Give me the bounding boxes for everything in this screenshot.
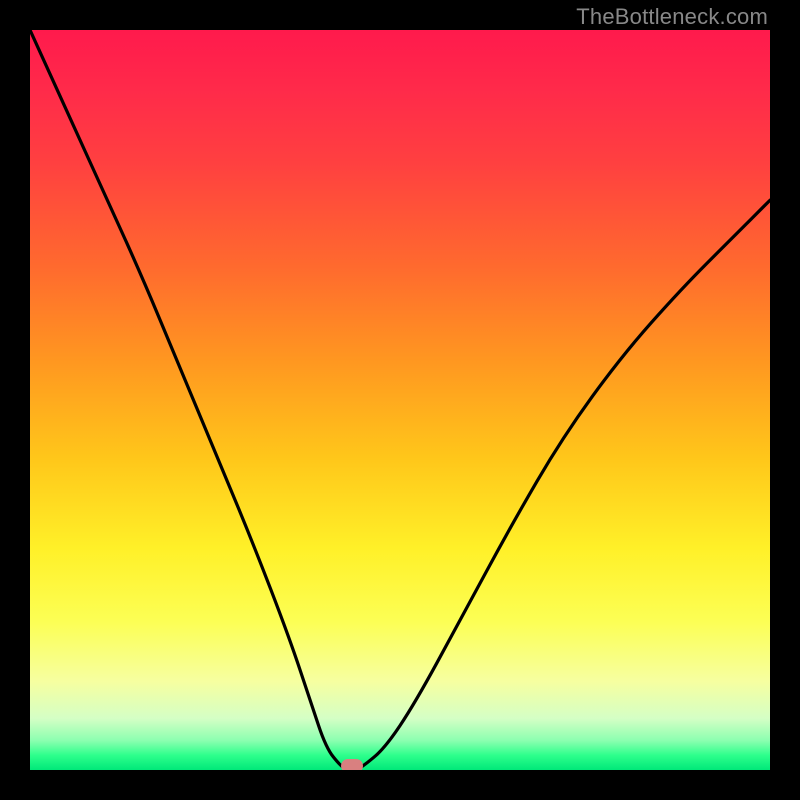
plot-area [30, 30, 770, 770]
watermark-text: TheBottleneck.com [576, 4, 768, 30]
bottleneck-curve [30, 30, 770, 770]
optimal-marker [341, 759, 363, 770]
chart-frame: TheBottleneck.com [0, 0, 800, 800]
